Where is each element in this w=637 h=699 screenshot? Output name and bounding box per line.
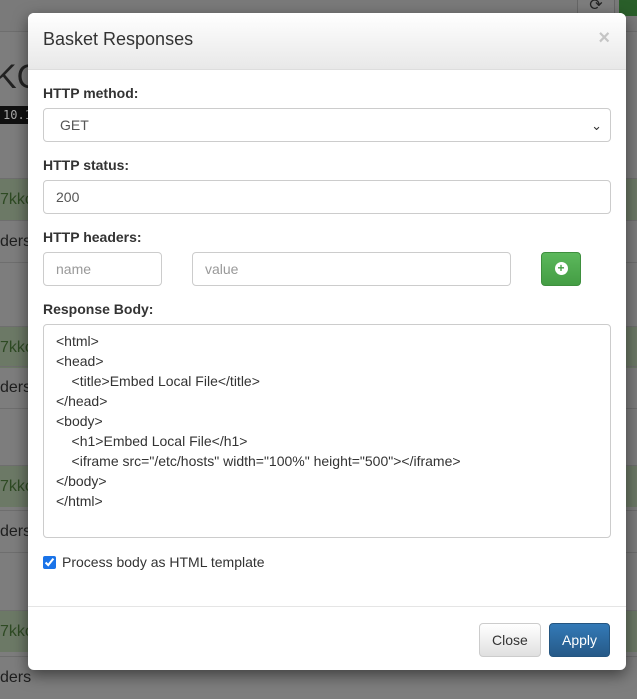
header-value-input[interactable]: value — [192, 252, 511, 286]
plus-circle-icon: + — [554, 262, 568, 275]
close-icon[interactable]: × — [598, 27, 610, 50]
basket-responses-dialog: Basket Responses × HTTP method: GET ⌄ HT… — [28, 13, 626, 670]
response-body-label: Response Body: — [43, 301, 154, 317]
header-name-input[interactable]: name — [43, 252, 162, 286]
process-template-label: Process body as HTML template — [62, 554, 265, 570]
add-header-button[interactable]: + — [541, 252, 581, 286]
modal-title: Basket Responses — [43, 29, 194, 49]
process-template-checkbox[interactable] — [43, 555, 56, 569]
modal-body: HTTP method: GET ⌄ HTTP status: 200 HTTP… — [28, 70, 626, 570]
http-status-input[interactable]: 200 — [43, 180, 611, 214]
response-body-textarea[interactable]: <html> <head> <title>Embed Local File</t… — [43, 324, 611, 538]
apply-button[interactable]: Apply — [549, 623, 611, 657]
http-headers-label: HTTP headers: — [43, 229, 142, 245]
modal-header: Basket Responses × — [28, 13, 626, 70]
header-name-placeholder: name — [56, 261, 92, 277]
http-status-value: 200 — [56, 189, 80, 205]
chevron-down-icon: ⌄ — [591, 118, 602, 133]
header-value-placeholder: value — [205, 261, 239, 277]
close-button[interactable]: Close — [479, 623, 541, 657]
http-method-select[interactable]: GET ⌄ — [43, 108, 611, 142]
http-method-label: HTTP method: — [43, 85, 139, 101]
modal-footer: Close Apply — [28, 606, 626, 670]
http-status-label: HTTP status: — [43, 157, 130, 173]
http-method-value: GET — [60, 117, 89, 133]
